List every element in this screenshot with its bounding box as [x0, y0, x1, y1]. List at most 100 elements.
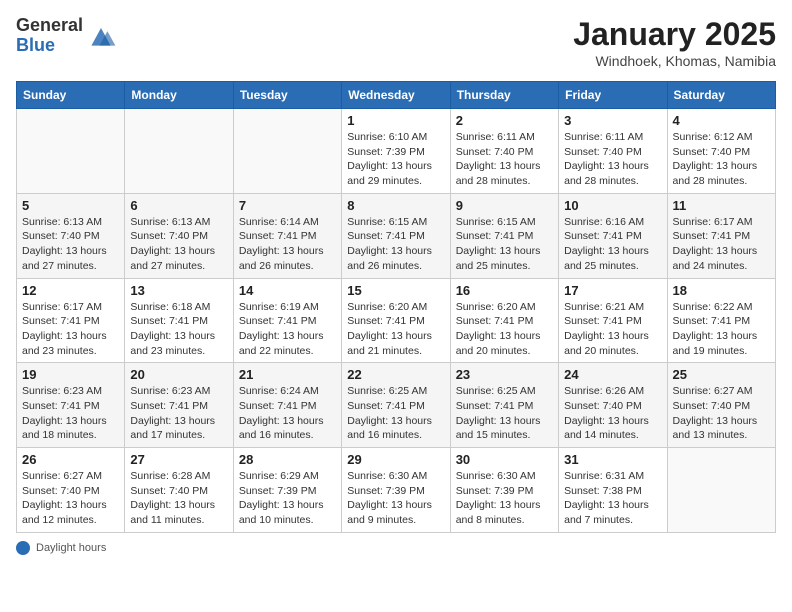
calendar-cell: 14Sunrise: 6:19 AM Sunset: 7:41 PM Dayli… [233, 278, 341, 363]
calendar-cell [667, 448, 775, 533]
day-number: 31 [564, 452, 661, 467]
day-number: 30 [456, 452, 553, 467]
day-info: Sunrise: 6:28 AM Sunset: 7:40 PM Dayligh… [130, 469, 227, 528]
day-number: 7 [239, 198, 336, 213]
calendar-cell: 11 Sunrise: 6:17 AM Sunset: 7:41 PM Dayli… [667, 193, 775, 278]
calendar-cell: 27 Sunrise: 6:28 AM Sunset: 7:40 PM Dayli… [125, 448, 233, 533]
title-area: January 2025 Windhoek, Khomas, Namibia [573, 16, 776, 69]
day-number: 2 [456, 113, 553, 128]
day-info: Sunrise: 6:27 AM Sunset: 7:40 PM Dayligh… [22, 469, 119, 528]
day-info: Sunrise: 6:20 AM Sunset: 7:41 PM Dayligh… [347, 300, 444, 359]
calendar-table: SundayMondayTuesdayWednesdayThursdayFrid… [16, 81, 776, 533]
day-number: 16 [456, 283, 553, 298]
day-number: 10 [564, 198, 661, 213]
day-info: Sunrise: 6:21 AM Sunset: 7:41 PM Dayligh… [564, 300, 661, 359]
day-info: Sunrise: 6:24 AM Sunset: 7:41 PM Dayligh… [239, 384, 336, 443]
day-number: 27 [130, 452, 227, 467]
day-number: 25 [673, 367, 770, 382]
day-number: 22 [347, 367, 444, 382]
calendar-week-row: 5 Sunrise: 6:13 AM Sunset: 7:40 PM Daylig… [17, 193, 776, 278]
calendar-cell [125, 109, 233, 194]
calendar-cell: 13Sunrise: 6:18 AM Sunset: 7:41 PM Dayli… [125, 278, 233, 363]
day-number: 11 [673, 198, 770, 213]
calendar-day-header: Saturday [667, 82, 775, 109]
day-number: 18 [673, 283, 770, 298]
calendar-cell: 9 Sunrise: 6:15 AM Sunset: 7:41 PM Daylig… [450, 193, 558, 278]
day-info: Sunrise: 6:17 AM Sunset: 7:41 PM Dayligh… [673, 215, 770, 274]
day-info: Sunrise: 6:13 AM Sunset: 7:40 PM Dayligh… [130, 215, 227, 274]
logo: General Blue [16, 16, 117, 56]
calendar-cell: 24 Sunrise: 6:26 AM Sunset: 7:40 PM Dayli… [559, 363, 667, 448]
calendar-cell: 7 Sunrise: 6:14 AM Sunset: 7:41 PM Daylig… [233, 193, 341, 278]
footer-note: Daylight hours [16, 541, 776, 555]
calendar-week-row: 1 Sunrise: 6:10 AM Sunset: 7:39 PM Daylig… [17, 109, 776, 194]
day-info: Sunrise: 6:15 AM Sunset: 7:41 PM Dayligh… [456, 215, 553, 274]
day-info: Sunrise: 6:29 AM Sunset: 7:39 PM Dayligh… [239, 469, 336, 528]
day-number: 5 [22, 198, 119, 213]
day-info: Sunrise: 6:13 AM Sunset: 7:40 PM Dayligh… [22, 215, 119, 274]
calendar-day-header: Tuesday [233, 82, 341, 109]
calendar-cell: 20Sunrise: 6:23 AM Sunset: 7:41 PM Dayli… [125, 363, 233, 448]
calendar-cell [17, 109, 125, 194]
day-info: Sunrise: 6:11 AM Sunset: 7:40 PM Dayligh… [456, 130, 553, 189]
day-number: 6 [130, 198, 227, 213]
day-number: 28 [239, 452, 336, 467]
day-number: 15 [347, 283, 444, 298]
day-info: Sunrise: 6:10 AM Sunset: 7:39 PM Dayligh… [347, 130, 444, 189]
day-number: 1 [347, 113, 444, 128]
day-info: Sunrise: 6:18 AM Sunset: 7:41 PM Dayligh… [130, 300, 227, 359]
calendar-cell: 26 Sunrise: 6:27 AM Sunset: 7:40 PM Dayli… [17, 448, 125, 533]
calendar-cell: 28 Sunrise: 6:29 AM Sunset: 7:39 PM Dayli… [233, 448, 341, 533]
calendar-cell: 21 Sunrise: 6:24 AM Sunset: 7:41 PM Dayli… [233, 363, 341, 448]
calendar-cell: 23Sunrise: 6:25 AM Sunset: 7:41 PM Dayli… [450, 363, 558, 448]
day-info: Sunrise: 6:16 AM Sunset: 7:41 PM Dayligh… [564, 215, 661, 274]
calendar-cell: 8Sunrise: 6:15 AM Sunset: 7:41 PM Daylig… [342, 193, 450, 278]
day-number: 9 [456, 198, 553, 213]
daylight-icon [16, 541, 30, 555]
day-info: Sunrise: 6:20 AM Sunset: 7:41 PM Dayligh… [456, 300, 553, 359]
calendar-cell: 19Sunrise: 6:23 AM Sunset: 7:41 PM Dayli… [17, 363, 125, 448]
day-number: 24 [564, 367, 661, 382]
calendar-day-header: Monday [125, 82, 233, 109]
calendar-cell: 25 Sunrise: 6:27 AM Sunset: 7:40 PM Dayli… [667, 363, 775, 448]
day-number: 26 [22, 452, 119, 467]
calendar-cell: 3 Sunrise: 6:11 AM Sunset: 7:40 PM Daylig… [559, 109, 667, 194]
day-info: Sunrise: 6:12 AM Sunset: 7:40 PM Dayligh… [673, 130, 770, 189]
day-info: Sunrise: 6:14 AM Sunset: 7:41 PM Dayligh… [239, 215, 336, 274]
day-info: Sunrise: 6:31 AM Sunset: 7:38 PM Dayligh… [564, 469, 661, 528]
day-info: Sunrise: 6:15 AM Sunset: 7:41 PM Dayligh… [347, 215, 444, 274]
calendar-cell: 10 Sunrise: 6:16 AM Sunset: 7:41 PM Dayli… [559, 193, 667, 278]
calendar-cell: 29Sunrise: 6:30 AM Sunset: 7:39 PM Dayli… [342, 448, 450, 533]
calendar-cell: 4Sunrise: 6:12 AM Sunset: 7:40 PM Daylig… [667, 109, 775, 194]
calendar-cell: 31 Sunrise: 6:31 AM Sunset: 7:38 PM Dayli… [559, 448, 667, 533]
day-info: Sunrise: 6:25 AM Sunset: 7:41 PM Dayligh… [347, 384, 444, 443]
calendar-cell: 22 Sunrise: 6:25 AM Sunset: 7:41 PM Dayli… [342, 363, 450, 448]
day-info: Sunrise: 6:11 AM Sunset: 7:40 PM Dayligh… [564, 130, 661, 189]
logo-general-text: General [16, 16, 83, 36]
daylight-label: Daylight hours [36, 542, 106, 554]
calendar-cell: 2 Sunrise: 6:11 AM Sunset: 7:40 PM Daylig… [450, 109, 558, 194]
calendar-day-header: Thursday [450, 82, 558, 109]
calendar-cell: 1 Sunrise: 6:10 AM Sunset: 7:39 PM Daylig… [342, 109, 450, 194]
calendar-cell: 15 Sunrise: 6:20 AM Sunset: 7:41 PM Dayli… [342, 278, 450, 363]
calendar-cell: 6 Sunrise: 6:13 AM Sunset: 7:40 PM Daylig… [125, 193, 233, 278]
day-info: Sunrise: 6:22 AM Sunset: 7:41 PM Dayligh… [673, 300, 770, 359]
day-number: 12 [22, 283, 119, 298]
day-number: 3 [564, 113, 661, 128]
calendar-header-row: SundayMondayTuesdayWednesdayThursdayFrid… [17, 82, 776, 109]
calendar-cell: 18 Sunrise: 6:22 AM Sunset: 7:41 PM Dayli… [667, 278, 775, 363]
calendar-cell: 30 Sunrise: 6:30 AM Sunset: 7:39 PM Dayli… [450, 448, 558, 533]
day-number: 21 [239, 367, 336, 382]
calendar-cell [233, 109, 341, 194]
calendar-week-row: 12Sunrise: 6:17 AM Sunset: 7:41 PM Dayli… [17, 278, 776, 363]
day-info: Sunrise: 6:27 AM Sunset: 7:40 PM Dayligh… [673, 384, 770, 443]
calendar-week-row: 26 Sunrise: 6:27 AM Sunset: 7:40 PM Dayli… [17, 448, 776, 533]
day-info: Sunrise: 6:25 AM Sunset: 7:41 PM Dayligh… [456, 384, 553, 443]
day-info: Sunrise: 6:26 AM Sunset: 7:40 PM Dayligh… [564, 384, 661, 443]
day-number: 14 [239, 283, 336, 298]
calendar-day-header: Friday [559, 82, 667, 109]
month-title: January 2025 [573, 16, 776, 53]
day-info: Sunrise: 6:30 AM Sunset: 7:39 PM Dayligh… [456, 469, 553, 528]
calendar-cell: 17Sunrise: 6:21 AM Sunset: 7:41 PM Dayli… [559, 278, 667, 363]
logo-blue-text: Blue [16, 36, 83, 56]
